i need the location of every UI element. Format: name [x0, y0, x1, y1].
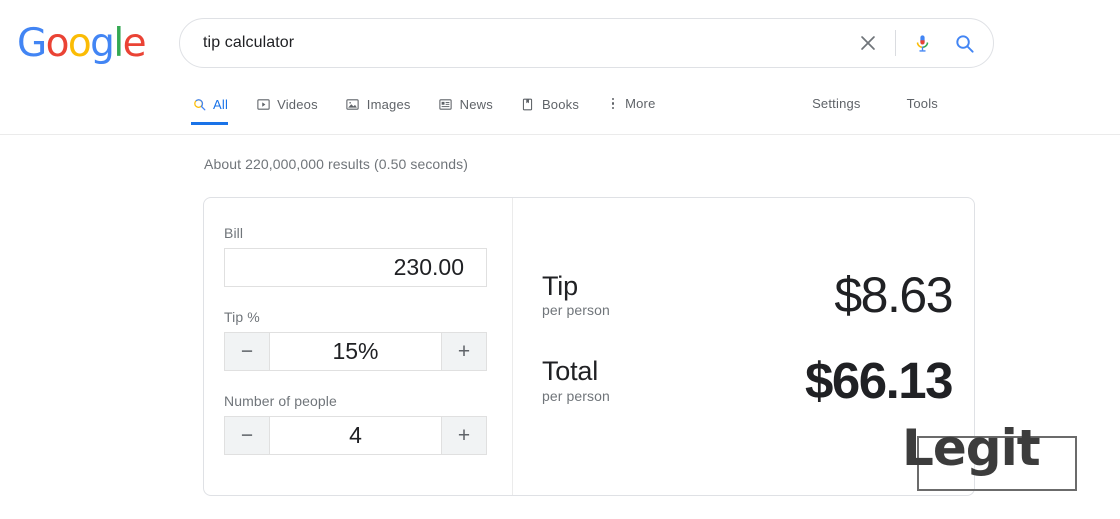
tip-result-subtitle: per person — [542, 302, 610, 319]
calculator-results-panel: Tip per person $8.63 Total per person $6… — [513, 198, 974, 495]
logo-letter-2: o — [45, 21, 70, 66]
tab-more[interactable]: More — [606, 96, 655, 124]
active-tab-underline — [191, 122, 229, 125]
tip-percent-stepper: − 15% + — [224, 332, 487, 371]
video-icon — [255, 96, 271, 112]
tip-result-amount: $8.63 — [834, 267, 953, 323]
calculator-inputs-panel: Bill 230.00 Tip % − 15% + Number of peop… — [204, 198, 513, 495]
logo-letter-5: l — [113, 21, 124, 66]
total-result-title: Total — [542, 356, 599, 387]
total-result-label: Total per person — [542, 356, 610, 404]
search-input[interactable]: tip calculator — [203, 34, 855, 52]
tab-more-label: More — [625, 96, 656, 111]
tip-percent-increment-button[interactable]: + — [441, 333, 486, 370]
bill-label: Bill — [224, 225, 244, 241]
tab-news-label: News — [459, 96, 493, 112]
people-input[interactable]: 4 — [270, 417, 441, 454]
people-label: Number of people — [224, 393, 337, 409]
people-increment-button[interactable]: + — [441, 417, 486, 454]
google-logo[interactable]: Google — [17, 21, 147, 66]
image-icon — [345, 96, 361, 112]
search-bar-actions — [855, 30, 976, 56]
logo-letter-4: g — [90, 21, 115, 66]
people-decrement-button[interactable]: − — [225, 417, 270, 454]
logo-letter-1: G — [17, 21, 47, 66]
tools-link[interactable]: Tools — [907, 96, 938, 111]
tip-calculator-card: Bill 230.00 Tip % − 15% + Number of peop… — [203, 197, 975, 496]
result-stats: About 220,000,000 results (0.50 seconds) — [204, 156, 468, 172]
book-icon — [520, 96, 536, 112]
microphone-icon[interactable] — [910, 31, 934, 55]
people-stepper: − 4 + — [224, 416, 487, 455]
page-header: Google tip calculator All Videos Images … — [0, 0, 1120, 135]
tip-percent-input[interactable]: 15% — [270, 333, 441, 370]
search-icon[interactable] — [952, 31, 976, 55]
settings-link[interactable]: Settings — [812, 96, 861, 111]
tab-books[interactable]: Books — [520, 96, 579, 125]
tip-result-label: Tip per person — [542, 270, 610, 319]
tab-all-label: All — [213, 96, 229, 112]
tab-images[interactable]: Images — [345, 96, 411, 125]
tab-news[interactable]: News — [438, 96, 493, 125]
close-icon[interactable] — [855, 30, 881, 56]
search-icon — [191, 96, 207, 112]
tip-percent-decrement-button[interactable]: − — [225, 333, 270, 370]
tab-images-label: Images — [366, 96, 411, 112]
tip-percent-label: Tip % — [224, 309, 260, 325]
search-bar[interactable]: tip calculator — [179, 18, 994, 68]
total-result-amount: $66.13 — [805, 352, 954, 409]
bill-input[interactable]: 230.00 — [224, 248, 487, 287]
total-result-subtitle: per person — [542, 387, 610, 404]
header-right-links: Settings Tools — [812, 96, 1120, 111]
tab-videos[interactable]: Videos — [255, 96, 318, 125]
tab-all[interactable]: All — [191, 96, 229, 125]
total-result-row: Total per person $66.13 — [542, 352, 954, 409]
news-icon — [438, 96, 454, 112]
tip-result-title: Tip — [542, 270, 578, 301]
tab-videos-label: Videos — [277, 96, 318, 112]
more-vertical-icon — [606, 97, 620, 110]
tab-books-label: Books — [541, 96, 580, 112]
logo-letter-3: o — [67, 21, 92, 66]
search-tabs: All Videos Images News Books More — [191, 96, 683, 125]
tip-result-row: Tip per person $8.63 — [542, 267, 953, 323]
search-bar-divider — [895, 30, 896, 56]
logo-letter-6: e — [122, 21, 147, 66]
